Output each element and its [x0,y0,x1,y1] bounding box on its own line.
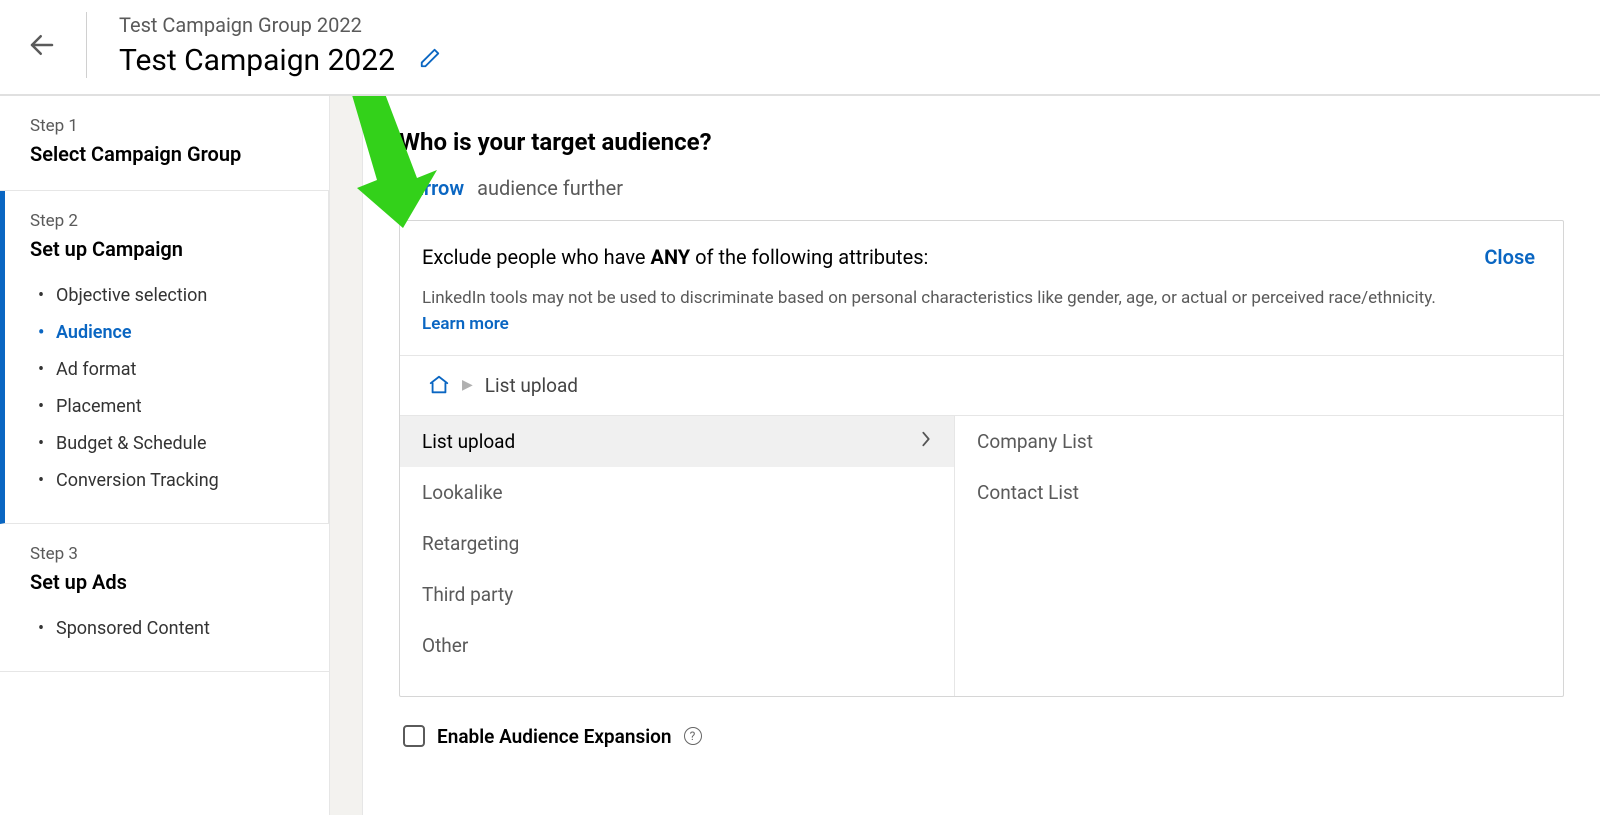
exclude-title-pre: Exclude people who have [422,245,651,269]
close-exclude-link[interactable]: Close [1484,245,1535,269]
annotation-arrow-icon [330,96,447,228]
substep-placement[interactable]: Placement [30,388,306,425]
exclude-title: Exclude people who have ANY of the follo… [422,245,928,269]
picker-item-label: List upload [422,430,515,453]
pencil-icon [419,47,441,69]
header-titles: Test Campaign Group 2022 Test Campaign 2… [119,13,441,78]
substep-ad-format[interactable]: Ad format [30,351,306,388]
main-area: Who is your target audience? Narrow audi… [330,96,1600,815]
narrow-rest-text: audience further [477,176,623,200]
attribute-breadcrumb: ▶ List upload [400,356,1563,416]
picker-left-col: List upload Lookalike Retargeting [400,416,955,696]
page-header: Test Campaign Group 2022 Test Campaign 2… [0,0,1600,96]
picker-item-label: Lookalike [422,481,503,504]
picker-item-company-list[interactable]: Company List [955,416,1563,467]
picker-item-contact-list[interactable]: Contact List [955,467,1563,518]
step-title: Select Campaign Group [30,142,307,166]
help-icon[interactable]: ? [684,727,702,745]
audience-expansion-row: Enable Audience Expansion ? [399,725,1564,748]
step-label: Step 1 [30,116,307,136]
header-divider [86,12,87,78]
exclude-panel: Exclude people who have ANY of the follo… [399,220,1564,697]
step-label: Step 2 [30,211,306,231]
picker-item-label: Contact List [977,481,1079,504]
attribute-picker: List upload Lookalike Retargeting [400,416,1563,696]
picker-item-retargeting[interactable]: Retargeting [400,518,954,569]
back-button[interactable] [24,27,60,63]
campaign-group-name[interactable]: Test Campaign Group 2022 [119,13,441,37]
picker-item-lookalike[interactable]: Lookalike [400,467,954,518]
disclaimer-text: LinkedIn tools may not be used to discri… [400,287,1563,356]
picker-item-third-party[interactable]: Third party [400,569,954,620]
step-label: Step 3 [30,544,307,564]
steps-sidebar: Step 1 Select Campaign Group Step 2 Set … [0,96,330,815]
chevron-right-icon [920,430,932,453]
step-2-block: Step 2 Set up Campaign Objective selecti… [0,191,329,524]
narrow-link[interactable]: Narrow [399,176,464,200]
learn-more-link[interactable]: Learn more [422,313,1535,337]
chevron-right-icon: ▶ [462,377,473,393]
step-title: Set up Campaign [30,237,306,261]
substep-conversion-tracking[interactable]: Conversion Tracking [30,462,306,499]
audience-expansion-checkbox[interactable] [403,725,425,747]
campaign-name: Test Campaign 2022 [119,43,395,78]
edit-campaign-button[interactable] [419,47,441,73]
breadcrumb-home-button[interactable] [428,374,450,396]
picker-item-label: Third party [422,583,513,606]
breadcrumb-current: List upload [485,374,578,397]
audience-heading: Who is your target audience? [399,128,1564,156]
arrow-left-icon [27,30,57,60]
step-1-block[interactable]: Step 1 Select Campaign Group [0,96,329,190]
home-icon [428,374,450,396]
audience-expansion-label: Enable Audience Expansion [437,725,672,748]
step-title: Set up Ads [30,570,307,594]
substep-sponsored-content[interactable]: Sponsored Content [30,610,307,647]
disclaimer-body: LinkedIn tools may not be used to discri… [422,288,1436,308]
picker-item-other[interactable]: Other [400,620,954,671]
picker-item-label: Company List [977,430,1093,453]
substep-budget-schedule[interactable]: Budget & Schedule [30,425,306,462]
exclude-title-any: ANY [651,245,691,269]
picker-right-col: Company List Contact List [955,416,1563,696]
exclude-title-post: of the following attributes: [690,245,928,269]
picker-item-list-upload[interactable]: List upload [400,416,954,467]
narrow-audience-row: Narrow audience further [399,176,1564,200]
step-3-block[interactable]: Step 3 Set up Ads Sponsored Content [0,524,329,671]
substep-audience[interactable]: Audience [30,314,306,351]
picker-item-label: Retargeting [422,532,519,555]
divider [0,671,329,672]
substep-objective-selection[interactable]: Objective selection [30,277,306,314]
picker-item-label: Other [422,634,468,657]
